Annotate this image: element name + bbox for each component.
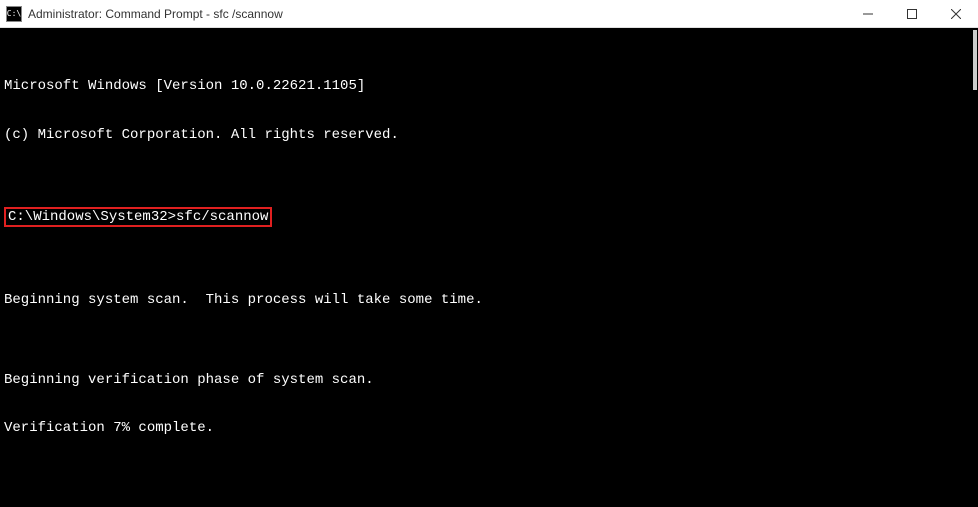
titlebar[interactable]: C:\ Administrator: Command Prompt - sfc … [0,0,978,28]
close-button[interactable] [934,0,978,27]
minimize-button[interactable] [846,0,890,27]
terminal-line-copyright: (c) Microsoft Corporation. All rights re… [4,127,974,143]
highlighted-command: C:\Windows\System32>sfc/scannow [4,207,272,227]
terminal-line-verification: Beginning verification phase of system s… [4,372,974,388]
scrollbar[interactable] [973,30,977,90]
maximize-button[interactable] [890,0,934,27]
terminal-line-progress: Verification 7% complete. [4,420,974,436]
app-icon: C:\ [6,6,22,22]
window-controls [846,0,978,27]
close-icon [951,9,961,19]
terminal-output[interactable]: Microsoft Windows [Version 10.0.22621.11… [0,28,978,507]
maximize-icon [907,9,917,19]
command-prompt-window: C:\ Administrator: Command Prompt - sfc … [0,0,978,507]
app-icon-label: C:\ [7,9,21,18]
terminal-line-scan-begin: Beginning system scan. This process will… [4,292,974,308]
window-title: Administrator: Command Prompt - sfc /sca… [28,7,846,21]
minimize-icon [863,9,873,19]
terminal-prompt-line: C:\Windows\System32>sfc/scannow [4,207,974,227]
terminal-line-version: Microsoft Windows [Version 10.0.22621.11… [4,78,974,94]
